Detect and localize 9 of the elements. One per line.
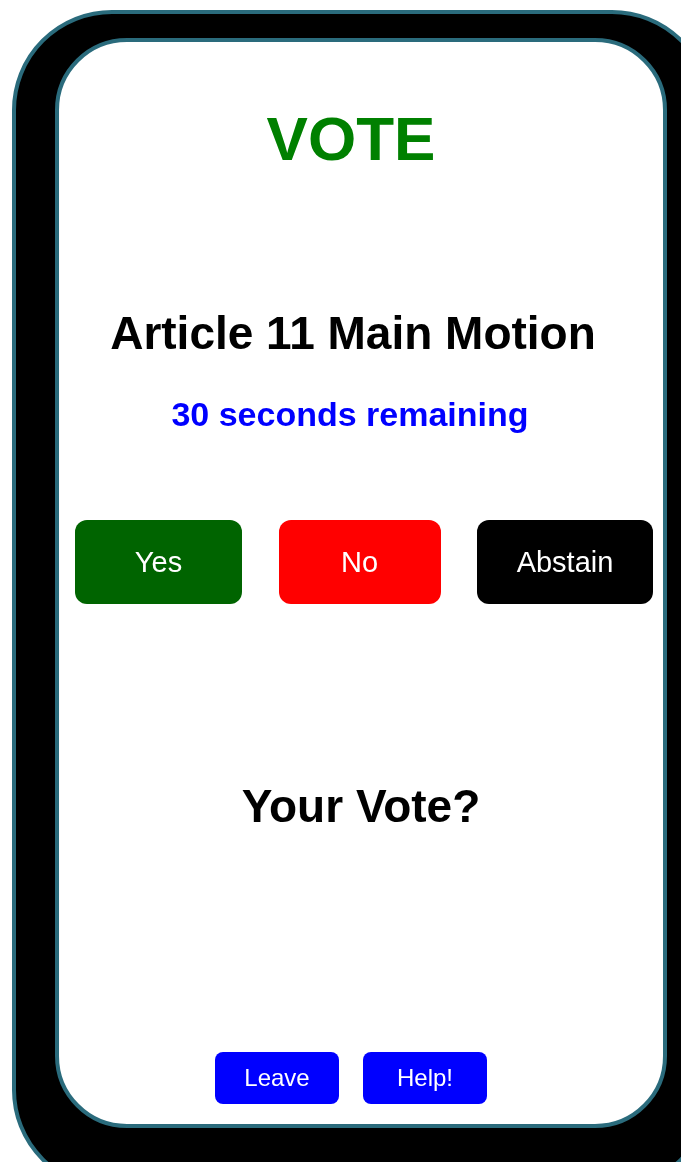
help-button[interactable]: Help! [363,1052,487,1104]
vote-option-button[interactable]: No [278,520,441,604]
motion-title: Article 11 Main Motion [110,310,596,356]
vote-option-button[interactable]: Abstain [477,520,653,604]
vote-option-button[interactable]: Yes [75,520,242,604]
your-vote-prompt: Your Vote? [241,783,481,829]
vote-heading: VOTE [266,108,436,170]
leave-button[interactable]: Leave [215,1052,339,1104]
time-remaining: 30 seconds remaining [171,397,529,431]
